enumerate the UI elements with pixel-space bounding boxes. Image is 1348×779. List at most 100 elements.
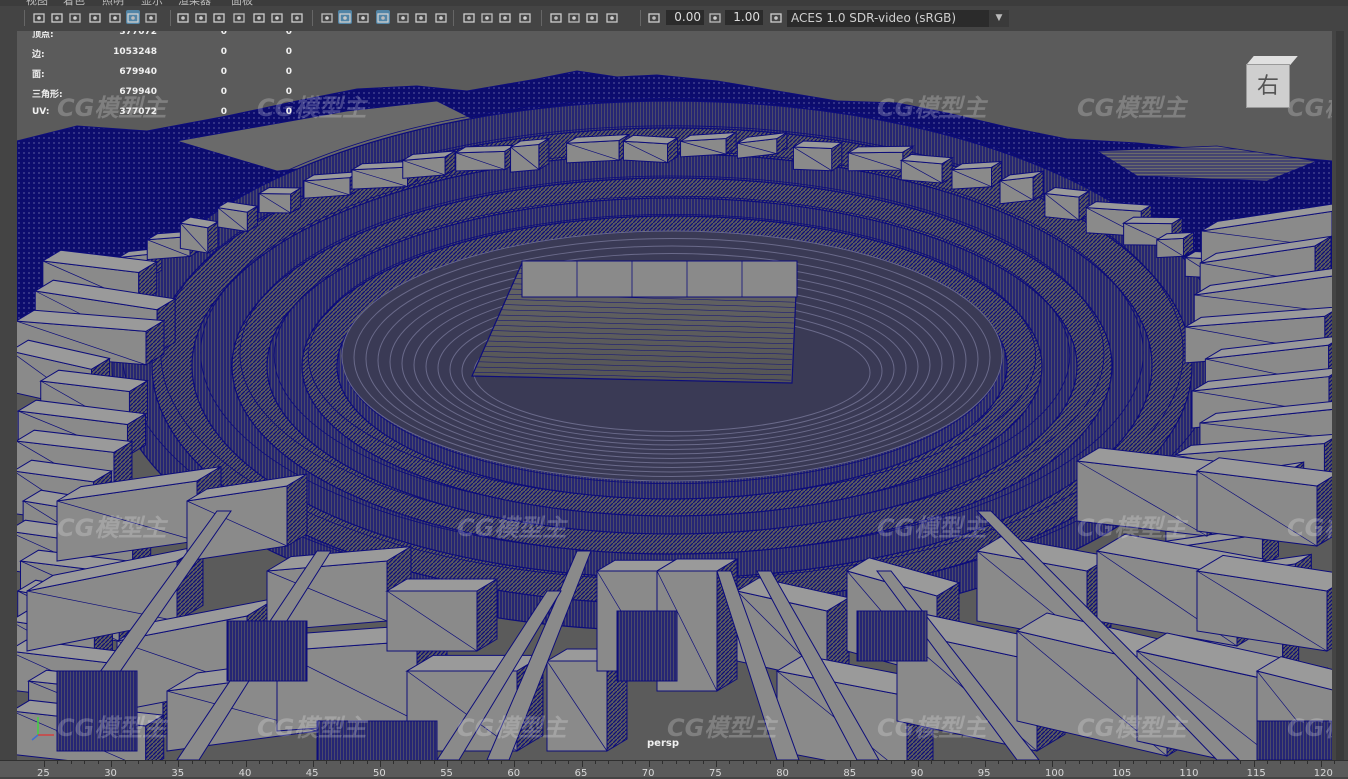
time-tick-mark: [219, 761, 220, 764]
smooth-shade-icon[interactable]: [320, 10, 334, 24]
2d-pan-zoom-icon[interactable]: [108, 10, 122, 24]
view-cube-face[interactable]: 右: [1246, 64, 1290, 108]
view-transform-dropdown[interactable]: ACES 1.0 SDR-video (sRGB) ▼: [787, 10, 1009, 27]
screen-space-ao-icon[interactable]: [434, 10, 448, 24]
xray-joints-icon[interactable]: [567, 10, 581, 24]
watermark-text: CG模型主: [1287, 714, 1332, 742]
time-tick-label: 25: [37, 768, 50, 779]
building-block: [901, 154, 952, 183]
time-tick-mark: [756, 761, 757, 764]
field-chart-icon[interactable]: [232, 10, 246, 24]
time-tick-mark: [178, 761, 179, 767]
xray-icon[interactable]: [549, 10, 563, 24]
time-tick-mark: [367, 761, 368, 764]
exposure-icon[interactable]: [647, 10, 661, 24]
time-tick-label: 60: [507, 768, 520, 779]
hud-row: UV:37707200: [32, 107, 302, 127]
depth-of-field-icon[interactable]: [498, 10, 512, 24]
panel-toolbar: 0.00 1.00 ACES 1.0 SDR-video (sRGB) ▼: [0, 6, 1348, 32]
scrollbar-thumb[interactable]: [1336, 31, 1344, 760]
image-plane-icon[interactable]: [88, 10, 102, 24]
time-tick-mark: [783, 761, 784, 767]
time-tick-mark: [1186, 761, 1187, 767]
motion-blur-icon[interactable]: [462, 10, 476, 24]
grid-icon[interactable]: [144, 10, 158, 24]
camera-attributes-icon[interactable]: [50, 10, 64, 24]
time-tick-mark: [299, 761, 300, 764]
safe-action-icon[interactable]: [252, 10, 266, 24]
time-tick-mark: [1267, 761, 1268, 764]
time-tick-mark: [1106, 761, 1107, 764]
time-tick-label: 40: [239, 768, 252, 779]
time-tick-mark: [407, 761, 408, 764]
anti-aliasing-icon[interactable]: [480, 10, 494, 24]
backface-cull-icon[interactable]: [585, 10, 599, 24]
gamma-icon[interactable]: [708, 10, 722, 24]
select-camera-icon[interactable]: [32, 10, 46, 24]
right-scrollbar[interactable]: [1332, 31, 1348, 760]
time-tick-label: 70: [642, 768, 655, 779]
building-block: [623, 135, 677, 162]
watermark-text: CG模型主: [457, 714, 568, 742]
resolution-gate-icon[interactable]: [194, 10, 208, 24]
time-tick-mark: [904, 761, 905, 764]
time-tick-label: 30: [104, 768, 117, 779]
gate-mask-icon[interactable]: [212, 10, 226, 24]
view-transform-value: ACES 1.0 SDR-video (sRGB): [791, 11, 956, 25]
hud-label: 三角形:: [32, 87, 63, 100]
film-gate-icon[interactable]: [176, 10, 190, 24]
time-tick-mark: [125, 761, 126, 764]
time-tick-mark: [824, 761, 825, 764]
time-tick-mark: [1173, 761, 1174, 764]
isolate-select-icon[interactable]: [518, 10, 532, 24]
toolbar-separator: [541, 10, 542, 26]
time-tick-mark: [1079, 761, 1080, 764]
view-cube[interactable]: 右: [1246, 56, 1294, 116]
time-tick-mark: [71, 761, 72, 764]
hud-value-tris: 0: [247, 107, 292, 117]
hud-value-tris: 0: [247, 67, 292, 77]
time-tick-mark: [380, 761, 381, 767]
gamma-field[interactable]: 1.00: [725, 10, 763, 25]
bookmark-icon[interactable]: [68, 10, 82, 24]
time-tick-label: 80: [776, 768, 789, 779]
time-tick-mark: [1200, 761, 1201, 764]
chevron-down-icon[interactable]: ▼: [989, 10, 1009, 27]
toolbar-separator: [640, 10, 641, 26]
time-tick-mark: [57, 761, 58, 764]
time-tick-label: 105: [1112, 768, 1131, 779]
time-tick-mark: [138, 761, 139, 764]
flat-shade-icon[interactable]: [338, 10, 352, 24]
watermark-text: CG模型主: [1077, 514, 1188, 542]
time-tick-label: 65: [575, 768, 588, 779]
time-tick-label: 95: [978, 768, 991, 779]
watermark-text: CG模型主: [1077, 714, 1188, 742]
hud-value-selected: 0: [182, 67, 227, 77]
wireframe-icon[interactable]: [290, 10, 304, 24]
wireframe-scene: CG模型主CG模型主CG模型主CG模型主CG模型主CG模型主CG模型主CG模型主…: [17, 31, 1332, 760]
viewport-persp[interactable]: CG模型主CG模型主CG模型主CG模型主CG模型主CG模型主CG模型主CG模型主…: [17, 31, 1332, 760]
time-tick-mark: [44, 761, 45, 767]
time-tick-mark: [541, 761, 542, 764]
shadows-icon[interactable]: [414, 10, 428, 24]
time-tick-mark: [1254, 761, 1255, 767]
exposure-field[interactable]: 0.00: [666, 10, 704, 25]
hud-row: 顶点:37707200: [32, 31, 302, 47]
lighting-icon[interactable]: [396, 10, 410, 24]
toolbar-separator: [170, 10, 171, 26]
time-tick-mark: [864, 761, 865, 764]
time-tick-mark: [246, 761, 247, 767]
hud-icon[interactable]: [605, 10, 619, 24]
time-tick-mark: [393, 761, 394, 764]
building-block: [681, 132, 737, 156]
safe-title-icon[interactable]: [270, 10, 284, 24]
time-tick-mark: [461, 761, 462, 764]
view-transform-icon[interactable]: [769, 10, 783, 24]
time-slider[interactable]: 2530354045505560657075808590951001051101…: [0, 760, 1348, 777]
grease-pencil-icon[interactable]: [126, 10, 140, 24]
wireframe-on-shaded-icon[interactable]: [356, 10, 370, 24]
arena-back-wall: [522, 261, 797, 297]
watermark-text: CG模型主: [877, 714, 988, 742]
building-block: [180, 217, 218, 253]
textured-icon[interactable]: [376, 10, 390, 24]
